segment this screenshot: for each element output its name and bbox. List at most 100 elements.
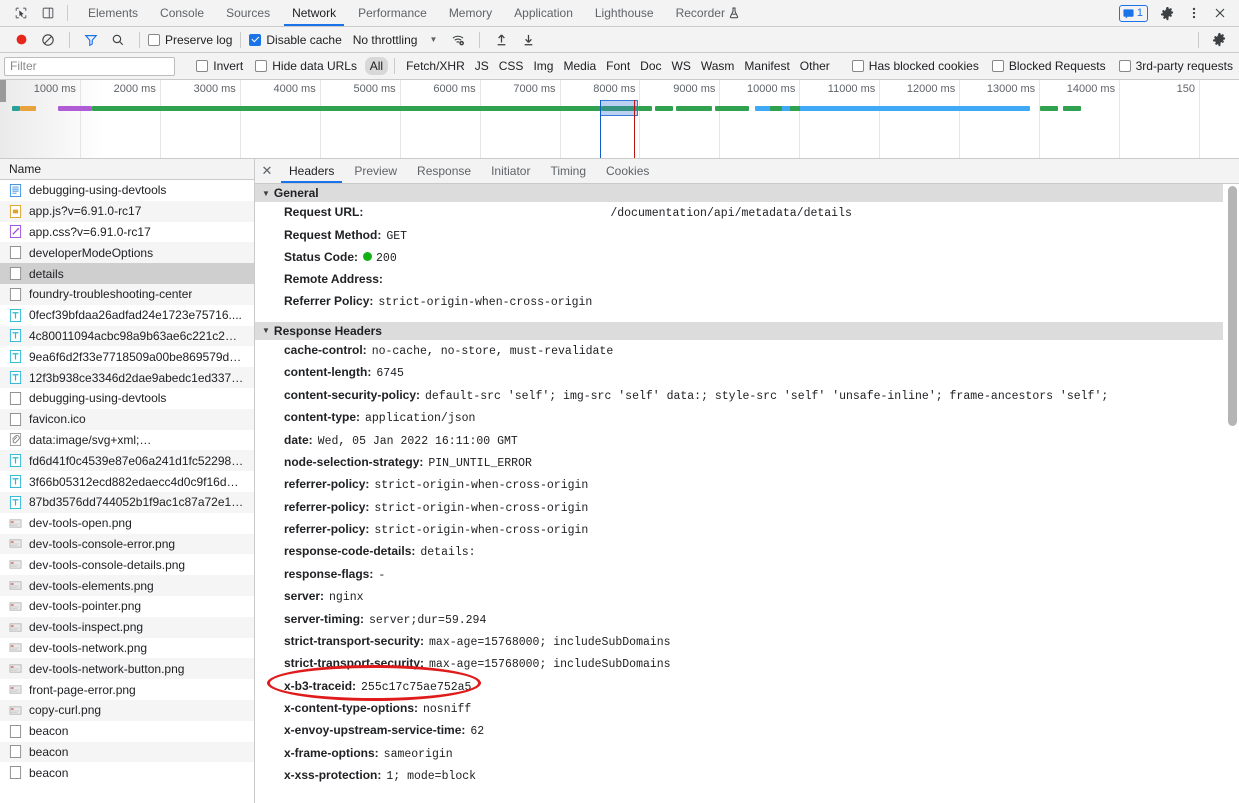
details-scrollbar[interactable] — [1228, 186, 1237, 801]
tab-network[interactable]: Network — [281, 0, 347, 26]
close-icon[interactable] — [1207, 1, 1232, 25]
scrollbar-thumb[interactable] — [1228, 186, 1237, 426]
tab-console[interactable]: Console — [149, 0, 215, 26]
filter-type-img[interactable]: Img — [528, 57, 558, 75]
tab-recorder[interactable]: Recorder — [665, 0, 750, 26]
table-row[interactable]: app.css?v=6.91.0-rc17 — [0, 222, 254, 243]
table-row[interactable]: developerModeOptions — [0, 242, 254, 264]
table-row[interactable]: dev-tools-elements.png — [0, 575, 254, 596]
overview-selection-box[interactable] — [600, 100, 638, 116]
table-row[interactable]: dev-tools-pointer.png — [0, 596, 254, 617]
table-row[interactable]: copy-curl.png — [0, 699, 254, 721]
checkbox-box — [196, 60, 209, 72]
disable-cache-checkbox[interactable]: Disable cache — [249, 32, 342, 47]
timeline-tick-label: 1000 ms — [33, 83, 76, 95]
more-vertical-icon[interactable] — [1181, 1, 1206, 25]
filter-type-manifest[interactable]: Manifest — [739, 57, 794, 75]
table-row[interactable]: 4c80011094acbc98a9b63ae6c221c2… — [0, 325, 254, 347]
message-count-badge[interactable]: 1 — [1118, 4, 1148, 22]
filter-type-css[interactable]: CSS — [494, 57, 529, 75]
device-toolbar-icon[interactable] — [35, 1, 60, 25]
tab-elements[interactable]: Elements — [77, 0, 149, 26]
invert-checkbox[interactable]: Invert — [196, 59, 243, 73]
filter-type-font[interactable]: Font — [601, 57, 635, 75]
filter-input[interactable] — [4, 56, 175, 76]
network-conditions-icon[interactable] — [445, 29, 471, 51]
table-row[interactable]: app.js?v=6.91.0-rc17 — [0, 200, 254, 222]
request-list-body[interactable]: debugging-using-devtools app.js?v=6.91.0-… — [0, 180, 254, 803]
timeline-tick-label: 11000 ms — [827, 83, 876, 95]
table-row[interactable]: 0fecf39bfdaa26adfad24e1723e75716.... — [0, 305, 254, 326]
table-row[interactable]: 3f66b05312ecd882edaecc4d0c9f16d… — [0, 471, 254, 492]
gear-icon[interactable] — [1155, 1, 1180, 25]
third-party-requests-checkbox[interactable]: 3rd-party requests — [1118, 59, 1233, 73]
preserve-log-checkbox[interactable]: Preserve log — [148, 33, 232, 47]
table-row[interactable]: beacon — [0, 762, 254, 783]
network-overview-timeline[interactable]: 1000 ms 2000 ms 3000 ms 4000 ms 5000 ms 6000 … — [0, 80, 1239, 159]
tab-cookies[interactable]: Cookies — [596, 159, 659, 183]
settings-icon[interactable] — [1206, 29, 1232, 51]
has-blocked-cookies-checkbox[interactable]: Has blocked cookies — [851, 59, 979, 73]
tab-lighthouse[interactable]: Lighthouse — [584, 0, 665, 26]
table-row[interactable]: debugging-using-devtools — [0, 180, 254, 201]
filter-type-all[interactable]: All — [364, 57, 389, 75]
tab-initiator[interactable]: Initiator — [481, 159, 540, 183]
table-row[interactable]: dev-tools-console-details.png — [0, 554, 254, 575]
headers-body[interactable]: ▼ General Request URL: /documentation/ap… — [255, 184, 1239, 803]
search-button[interactable] — [105, 29, 131, 51]
table-row[interactable]: fd6d41f0c4539e87e06a241d1fc52298… — [0, 450, 254, 472]
timeline-tick — [399, 80, 401, 158]
export-har-icon[interactable] — [515, 29, 541, 51]
filter-type-doc[interactable]: Doc — [635, 57, 666, 75]
table-row[interactable]: 12f3b938ce3346d2dae9abedc1ed337… — [0, 367, 254, 388]
chip-label: JS — [474, 59, 489, 73]
tab-preview[interactable]: Preview — [344, 159, 407, 183]
tab-application[interactable]: Application — [503, 0, 584, 26]
overview-left-handle[interactable] — [0, 80, 6, 102]
filter-type-js[interactable]: JS — [470, 57, 494, 75]
table-row[interactable]: dev-tools-network-button.png — [0, 658, 254, 680]
tab-response[interactable]: Response — [407, 159, 481, 183]
table-row[interactable]: dev-tools-open.png — [0, 513, 254, 534]
chevron-down-icon: ▼ — [429, 35, 438, 44]
table-row[interactable]: favicon.ico — [0, 408, 254, 430]
filter-type-fetch-xhr[interactable]: Fetch/XHR — [401, 57, 470, 75]
close-details-icon[interactable]: ✕ — [255, 159, 279, 183]
table-row[interactable]: details — [0, 263, 254, 284]
tab-headers[interactable]: Headers — [279, 159, 344, 183]
general-section-header[interactable]: ▼ General — [255, 184, 1223, 202]
disable-cache-label: Disable cache — [266, 32, 342, 47]
table-row[interactable]: beacon — [0, 721, 254, 742]
tab-sources[interactable]: Sources — [215, 0, 281, 26]
table-row[interactable]: 87bd3576dd744052b1f9ac1c87a72e1… — [0, 491, 254, 513]
table-row[interactable]: data:image/svg+xml;… — [0, 430, 254, 451]
tab-performance[interactable]: Performance — [347, 0, 438, 26]
table-row[interactable]: dev-tools-network.png — [0, 638, 254, 659]
response-headers-section-header[interactable]: ▼ Response Headers — [255, 321, 1223, 340]
filter-button[interactable] — [78, 29, 104, 51]
tab-label: Initiator — [491, 164, 531, 178]
table-row[interactable]: foundry-troubleshooting-center — [0, 283, 254, 305]
throttling-dropdown[interactable]: No throttling ▼ — [353, 33, 438, 47]
filter-type-wasm[interactable]: Wasm — [696, 57, 740, 75]
table-row[interactable]: beacon — [0, 741, 254, 763]
request-name: dev-tools-console-details.png — [29, 557, 186, 572]
table-row[interactable]: debugging-using-devtools — [0, 388, 254, 409]
filter-type-other[interactable]: Other — [795, 57, 835, 75]
header-value: 6745 — [376, 367, 404, 381]
filter-type-ws[interactable]: WS — [667, 57, 696, 75]
filter-type-media[interactable]: Media — [558, 57, 601, 75]
inspect-element-icon[interactable] — [8, 1, 33, 25]
record-button[interactable] — [8, 29, 34, 51]
table-row[interactable]: dev-tools-inspect.png — [0, 616, 254, 638]
table-row[interactable]: front-page-error.png — [0, 679, 254, 700]
import-har-icon[interactable] — [488, 29, 514, 51]
tab-memory[interactable]: Memory — [438, 0, 503, 26]
table-row[interactable]: 9ea6f6d2f33e7718509a00be869579d… — [0, 346, 254, 367]
tab-timing[interactable]: Timing — [540, 159, 596, 183]
request-list-header[interactable]: Name — [0, 159, 254, 180]
clear-button[interactable] — [35, 29, 61, 51]
hide-data-urls-checkbox[interactable]: Hide data URLs — [255, 59, 357, 73]
blocked-requests-checkbox[interactable]: Blocked Requests — [991, 59, 1106, 73]
table-row[interactable]: dev-tools-console-error.png — [0, 533, 254, 555]
